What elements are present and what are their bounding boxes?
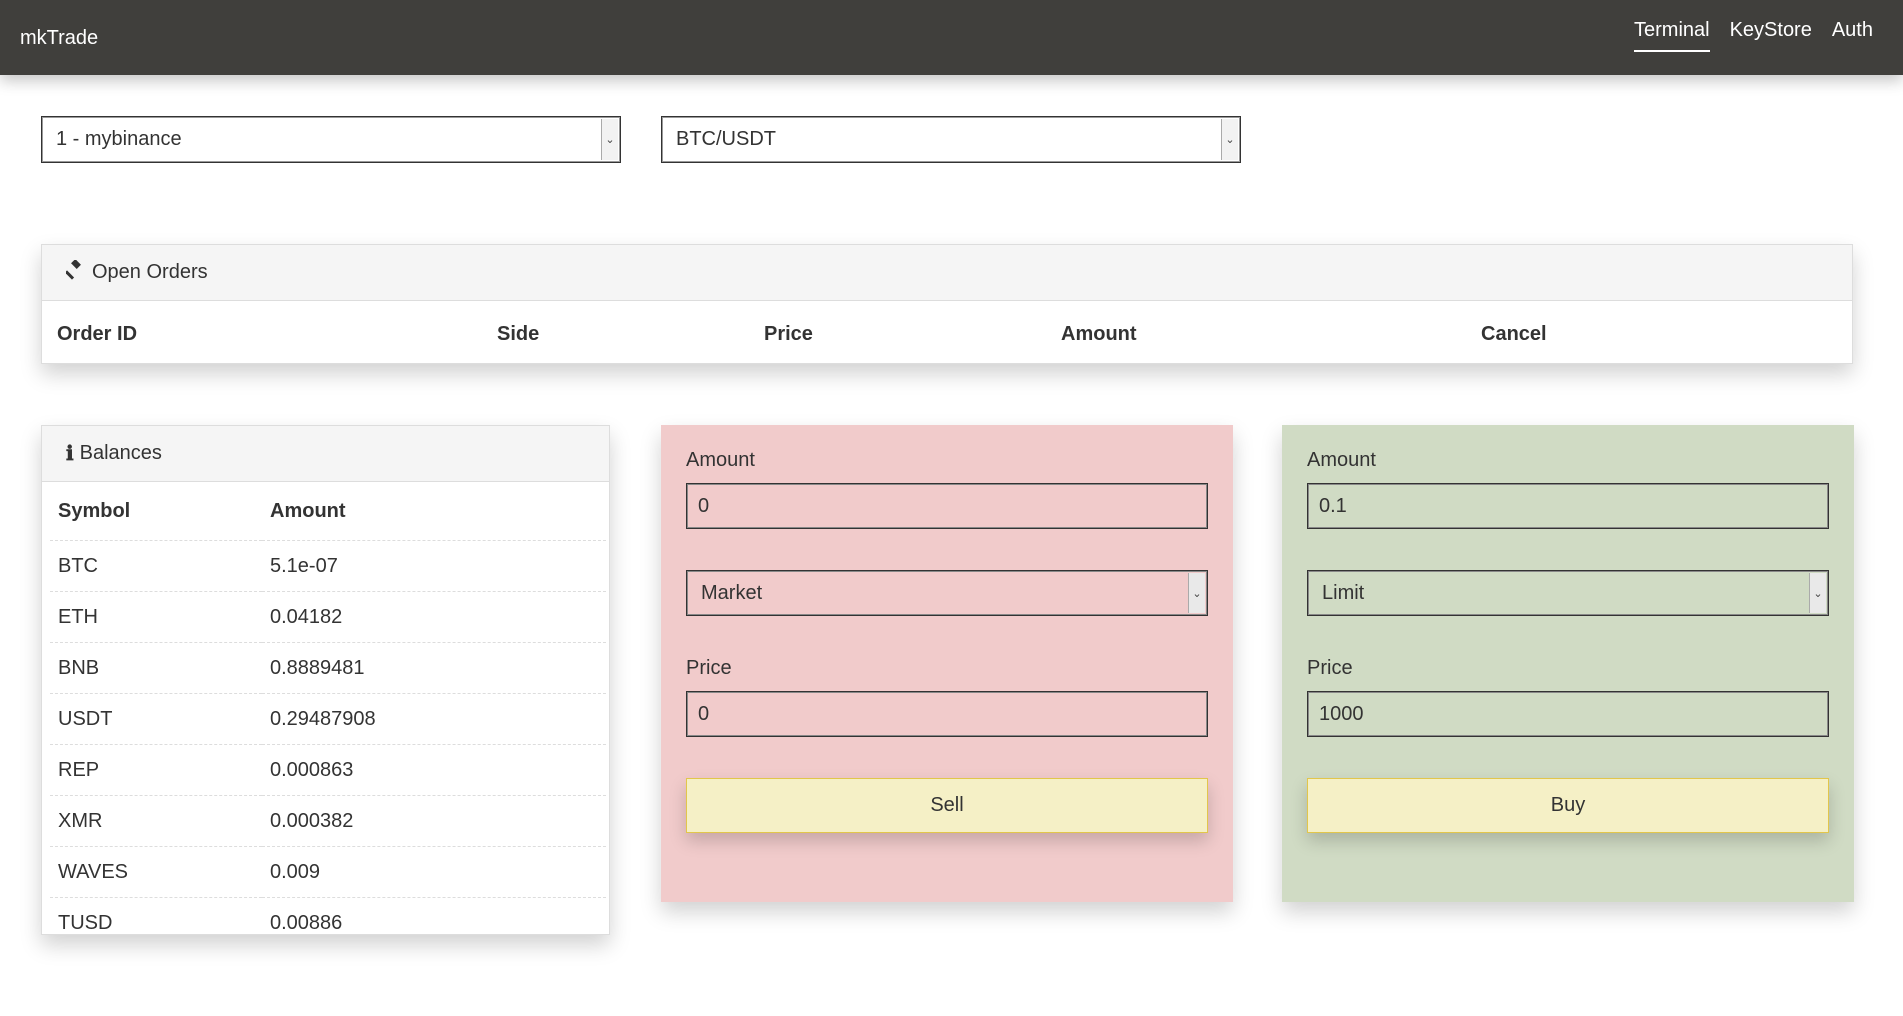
amount-cell: 0.29487908 [262, 693, 606, 745]
balances-title: Balances [79, 442, 162, 464]
sell-order-type-value: Market [701, 581, 763, 604]
symbol-cell: XMR [50, 795, 262, 847]
sell-amount-input[interactable]: 0 [686, 483, 1208, 529]
col-amount: Amount [1061, 323, 1137, 345]
table-row: REP 0.000863 [50, 744, 606, 796]
pair-select[interactable]: BTC/USDT ⌄ [661, 116, 1241, 163]
col-order-id: Order ID [57, 323, 138, 345]
amount-cell: 0.8889481 [262, 642, 606, 694]
gavel-icon [64, 258, 86, 286]
symbol-cell: WAVES [50, 846, 262, 898]
col-cancel: Cancel [1481, 323, 1547, 345]
balances-table: Symbol Amount BTC 5.1e-07 ETH 0.04182 BNB 0… [50, 482, 606, 948]
sell-price-label: Price [686, 657, 732, 679]
symbol-cell: TUSD [58, 911, 113, 934]
info-icon: ℹ [66, 443, 74, 465]
amount-cell: 0.00886 [270, 911, 343, 934]
account-select-value: 1 - mybinance [56, 128, 182, 150]
table-row: WAVES 0.009 [50, 846, 606, 898]
symbol-cell: USDT [50, 693, 262, 745]
col-amount: Amount [262, 482, 606, 541]
chevron-down-icon: ⌄ [1221, 119, 1238, 160]
col-price: Price [764, 323, 813, 345]
open-orders-table-header: Order ID Side Price Amount Cancel [42, 301, 1852, 363]
buy-order-type-select[interactable]: Limit ⌄ [1307, 570, 1829, 616]
table-header-row: Symbol Amount [50, 482, 606, 541]
col-side: Side [497, 323, 540, 345]
table-row: ETH 0.04182 [50, 591, 606, 643]
symbol-cell: ETH [50, 591, 262, 643]
open-orders-title: Open Orders [92, 261, 208, 283]
sell-amount-label: Amount [686, 449, 755, 471]
table-row: BNB 0.8889481 [50, 642, 606, 694]
buy-price-label: Price [1307, 657, 1353, 679]
amount-cell: 5.1e-07 [262, 540, 606, 592]
sell-price-input[interactable]: 0 [686, 691, 1208, 737]
account-select[interactable]: 1 - mybinance ⌄ [41, 116, 621, 163]
buy-panel: Amount 0.1 Limit ⌄ Price 1000 Buy [1282, 425, 1854, 902]
pair-select-value: BTC/USDT [676, 128, 776, 150]
table-row: BTC 5.1e-07 [50, 540, 606, 592]
buy-order-type-value: Limit [1322, 581, 1365, 604]
symbol-cell: BNB [50, 642, 262, 694]
nav-terminal[interactable]: Terminal [1634, 19, 1710, 52]
balances-header: ℹ Balances [42, 426, 609, 482]
brand-logo[interactable]: mkTrade [20, 27, 98, 50]
table-row: XMR 0.000382 [50, 795, 606, 847]
nav-keystore[interactable]: KeyStore [1730, 19, 1812, 52]
amount-cell: 0.009 [262, 846, 606, 898]
nav-links: Terminal KeyStore Auth [1634, 19, 1873, 52]
buy-amount-label: Amount [1307, 449, 1376, 471]
sell-button[interactable]: Sell [686, 778, 1208, 833]
amount-cell: 0.04182 [262, 591, 606, 643]
sell-panel: Amount 0 Market ⌄ Price 0 Sell [661, 425, 1233, 902]
chevron-down-icon: ⌄ [601, 119, 618, 160]
navbar: mkTrade Terminal KeyStore Auth [0, 0, 1903, 75]
table-row: TUSD 0.00886 [50, 898, 606, 949]
col-symbol: Symbol [50, 482, 262, 541]
amount-cell: 0.000863 [262, 744, 606, 796]
open-orders-header: Open Orders [42, 245, 1852, 301]
buy-price-input[interactable]: 1000 [1307, 691, 1829, 737]
balances-panel: ℹ Balances Symbol Amount BTC 5.1e-07 ETH 0… [41, 425, 610, 935]
buy-button[interactable]: Buy [1307, 778, 1829, 833]
nav-auth[interactable]: Auth [1832, 19, 1873, 52]
chevron-down-icon: ⌄ [1809, 573, 1826, 613]
symbol-cell: REP [50, 744, 262, 796]
chevron-down-icon: ⌄ [1188, 573, 1205, 613]
table-row: USDT 0.29487908 [50, 693, 606, 745]
buy-amount-input[interactable]: 0.1 [1307, 483, 1829, 529]
open-orders-panel: Open Orders Order ID Side Price Amount C… [41, 244, 1853, 364]
amount-cell: 0.000382 [262, 795, 606, 847]
symbol-cell: BTC [50, 540, 262, 592]
sell-order-type-select[interactable]: Market ⌄ [686, 570, 1208, 616]
